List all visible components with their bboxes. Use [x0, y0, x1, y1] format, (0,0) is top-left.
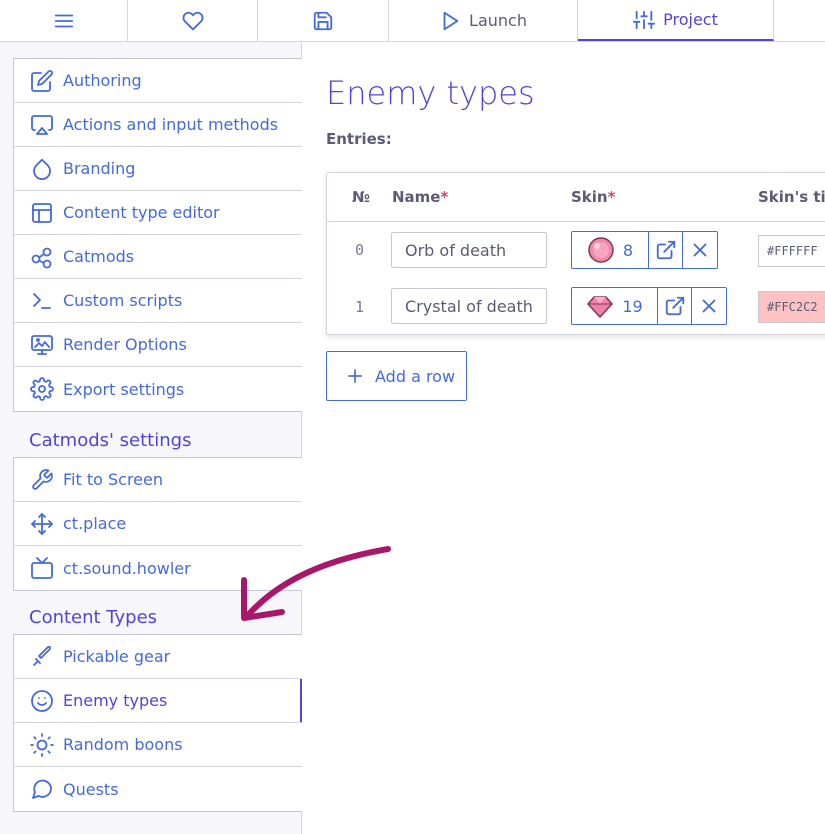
- top-toolbar: Launch Project: [0, 0, 825, 42]
- project-settings-list: Authoring Actions and input methods Bran…: [13, 58, 302, 412]
- external-link-icon: [665, 296, 684, 316]
- save-button[interactable]: [258, 0, 389, 41]
- sidebar-item-label: Pickable gear: [63, 647, 171, 666]
- close-icon: [693, 243, 707, 257]
- layout-icon: [32, 202, 52, 223]
- menu-icon: [54, 14, 73, 27]
- column-header-skin: Skin*: [571, 188, 616, 206]
- sidebar-item-label: Quests: [63, 779, 119, 799]
- clear-skin-button[interactable]: [683, 232, 717, 268]
- edit-icon: [31, 69, 53, 92]
- airplay-icon: [31, 114, 53, 135]
- header-divider: [327, 221, 825, 222]
- sidebar-item-label: ct.sound.howler: [63, 558, 191, 578]
- skin-id: 19: [622, 296, 643, 316]
- external-link-icon: [656, 240, 675, 260]
- sword-icon: [33, 645, 51, 666]
- sliders-icon: [633, 10, 656, 29]
- open-skin-button[interactable]: [658, 288, 692, 324]
- settings-icon: [30, 377, 54, 401]
- page-title: Enemy types: [326, 74, 535, 112]
- launch-button[interactable]: Launch: [389, 0, 578, 41]
- sidebar-item-pickable-gear[interactable]: Pickable gear: [14, 635, 302, 679]
- sidebar-item-branding[interactable]: Branding: [14, 147, 302, 191]
- sidebar-item-content-type-editor[interactable]: Content type editor: [14, 191, 302, 235]
- terminal-icon: [33, 292, 51, 309]
- name-field[interactable]: Orb of death: [391, 232, 547, 268]
- add-row-button[interactable]: Add a row: [326, 351, 467, 401]
- orb-thumbnail: [588, 237, 614, 263]
- row-index: 0: [355, 241, 365, 259]
- skin-id: 8: [622, 240, 634, 260]
- sidebar-item-label: Export settings: [63, 379, 185, 399]
- skin-select[interactable]: 19: [572, 288, 658, 324]
- sidebar-item-label: Branding: [63, 159, 136, 178]
- sidebar-item-export-settings[interactable]: Export settings: [14, 367, 302, 411]
- sidebar-item-label: Fit to Screen: [63, 470, 163, 489]
- clear-skin-button[interactable]: [692, 288, 726, 324]
- play-icon: [443, 11, 459, 30]
- row-index: 1: [355, 298, 365, 316]
- modules-icon: [31, 247, 52, 268]
- skin-picker[interactable]: 8: [571, 231, 718, 269]
- save-icon: [313, 11, 333, 30]
- close-icon: [702, 299, 716, 313]
- sidebar-item-quests[interactable]: Quests: [14, 767, 302, 811]
- sidebar-item-label: Content type editor: [63, 203, 220, 222]
- move-icon: [31, 512, 53, 535]
- sidebar-item-label: Custom scripts: [63, 291, 183, 310]
- name-field[interactable]: Crystal of death: [391, 288, 547, 324]
- sidebar-item-enemy-types[interactable]: Enemy types: [14, 679, 302, 723]
- tint-field[interactable]: #FFC2C2: [758, 291, 825, 323]
- sidebar-item-random-boons[interactable]: Random boons: [14, 723, 302, 767]
- sidebar-item-label: Enemy types: [63, 691, 168, 710]
- sidebar-item-actions[interactable]: Actions and input methods: [14, 103, 302, 147]
- skin-picker[interactable]: 19: [571, 287, 727, 325]
- entries-table: № Name* Skin* Skin's tin 0 Orb of death …: [326, 172, 825, 335]
- sidebar-item-label: Random boons: [63, 735, 183, 754]
- add-row-label: Add a row: [375, 366, 456, 386]
- droplet-icon: [33, 158, 51, 180]
- main-panel: Enemy types Entries: № Name* Skin* Skin'…: [302, 42, 825, 834]
- entries-label: Entries:: [326, 130, 392, 148]
- sidebar-item-label: Catmods: [63, 247, 135, 266]
- heart-icon: [182, 11, 203, 30]
- column-header-name: Name*: [392, 188, 449, 206]
- sidebar-item-label: Authoring: [63, 71, 142, 90]
- smile-icon: [31, 689, 53, 712]
- tab-project[interactable]: Project: [578, 0, 774, 41]
- sidebar-item-label: ct.place: [63, 514, 127, 533]
- sidebar-item-label: Render Options: [63, 335, 187, 354]
- sidebar-item-custom-scripts[interactable]: Custom scripts: [14, 279, 302, 323]
- sidebar-item-render-options[interactable]: Render Options: [14, 323, 302, 367]
- column-header-skin-tint: Skin's tin: [758, 188, 825, 206]
- skin-select[interactable]: 8: [572, 232, 649, 268]
- sidebar-item-fit-to-screen[interactable]: Fit to Screen: [14, 458, 302, 502]
- menu-button[interactable]: [0, 0, 128, 41]
- message-circle-icon: [32, 779, 52, 799]
- open-skin-button[interactable]: [649, 232, 683, 268]
- favorite-button[interactable]: [128, 0, 258, 41]
- monitor-image-icon: [31, 334, 53, 355]
- annotation-arrow: [241, 546, 391, 621]
- tv-icon: [31, 557, 53, 579]
- sidebar-item-authoring[interactable]: Authoring: [14, 59, 302, 103]
- crystal-thumbnail: [587, 296, 614, 319]
- tint-field[interactable]: #FFFFFF: [758, 235, 825, 267]
- launch-label: Launch: [469, 11, 527, 30]
- project-label: Project: [663, 10, 718, 29]
- content-types-list: Pickable gear Enemy types Random boons Q…: [13, 634, 302, 812]
- sidebar-item-catmods[interactable]: Catmods: [14, 235, 302, 279]
- sidebar: Authoring Actions and input methods Bran…: [0, 42, 302, 834]
- plus-icon: [348, 369, 362, 383]
- sidebar-item-label: Actions and input methods: [63, 115, 279, 134]
- sun-icon: [30, 732, 54, 757]
- column-header-number: №: [352, 188, 371, 206]
- content-types-heading: Content Types: [29, 607, 158, 628]
- catmods-settings-heading: Catmods' settings: [29, 430, 192, 451]
- wrench-icon: [32, 468, 53, 490]
